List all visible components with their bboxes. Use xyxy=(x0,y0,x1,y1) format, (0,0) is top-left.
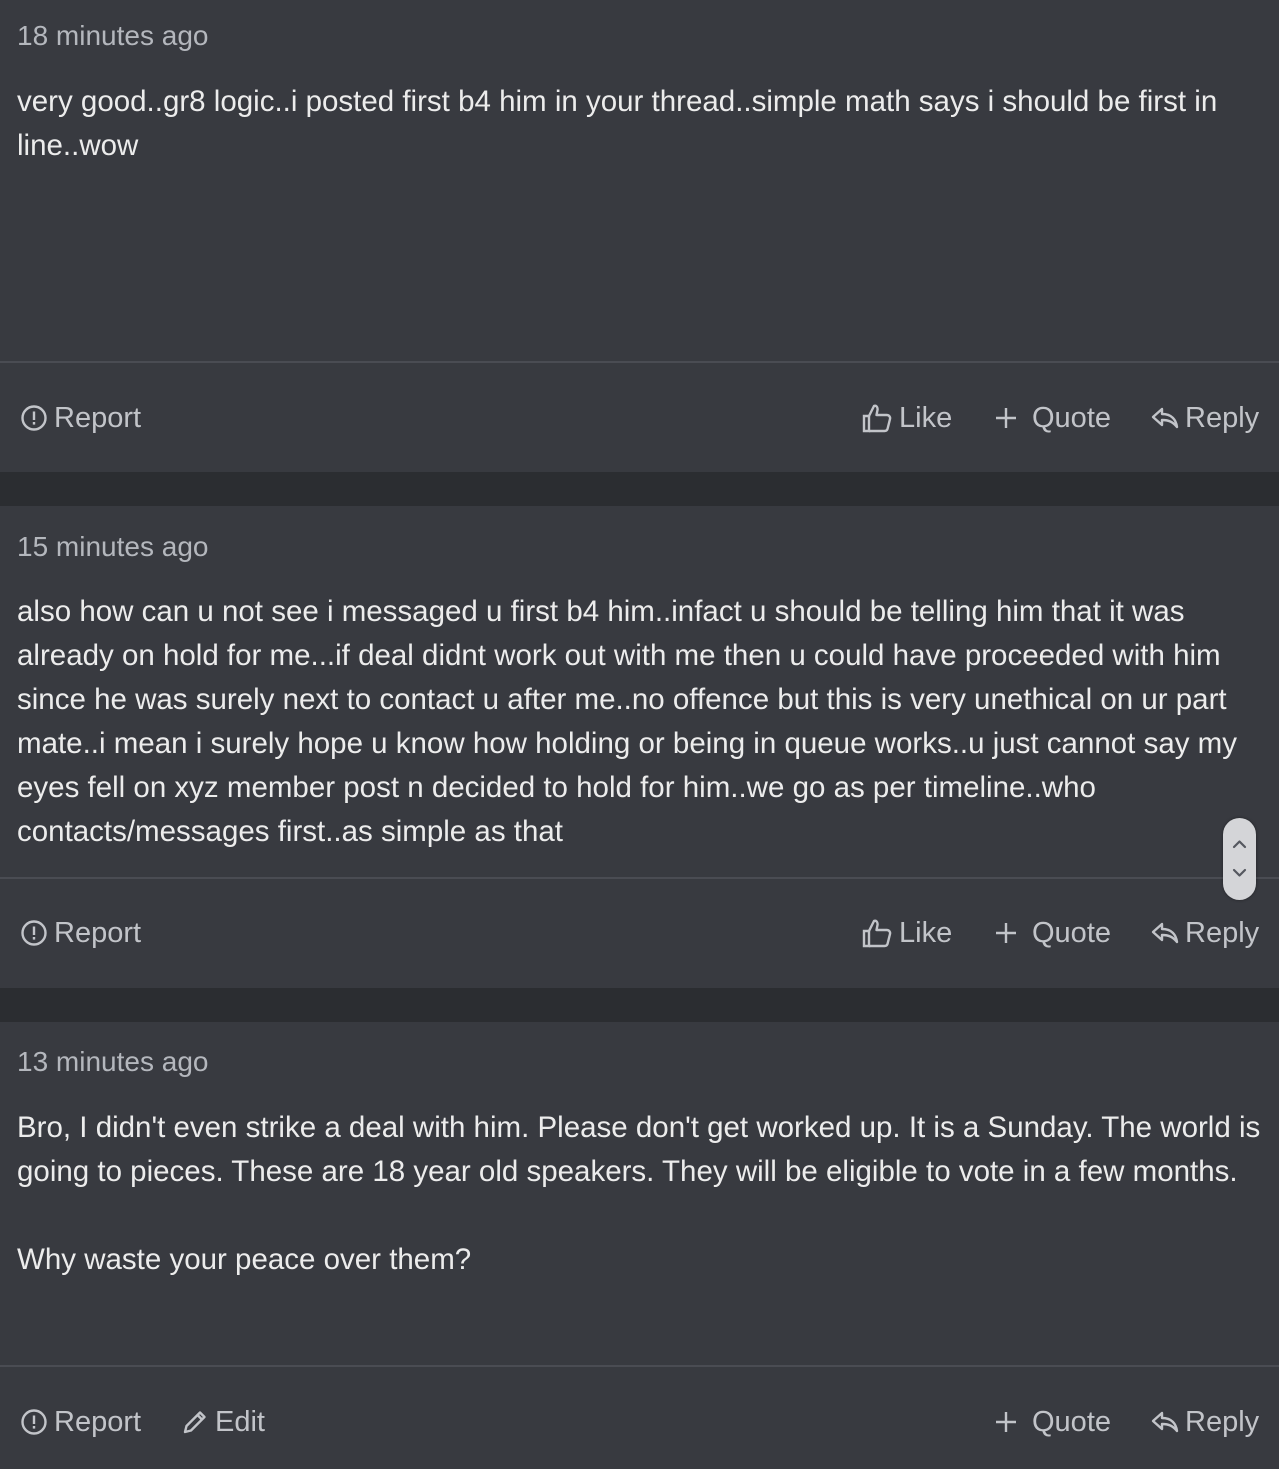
edit-icon xyxy=(181,1408,209,1436)
reply-icon xyxy=(1151,1410,1179,1434)
divider xyxy=(0,1365,1279,1367)
post-feed: 18 minutes ago very good..gr8 logic..i p… xyxy=(0,0,1279,1469)
quote-label: Quote xyxy=(1032,401,1111,434)
reply-button[interactable]: Reply xyxy=(1151,913,1259,953)
edit-button[interactable]: Edit xyxy=(181,1402,265,1442)
quote-button[interactable]: Quote xyxy=(994,1402,1111,1442)
post-timestamp: 13 minutes ago xyxy=(17,1046,209,1077)
like-button[interactable]: Like xyxy=(861,398,952,438)
report-label: Report xyxy=(54,401,142,434)
reply-label: Reply xyxy=(1185,401,1260,434)
report-button[interactable]: Report xyxy=(20,913,141,953)
post-actions: Report Edit Quote Reply xyxy=(0,1402,1279,1442)
reply-icon xyxy=(1151,921,1179,945)
chevron-down-icon[interactable] xyxy=(1231,864,1248,881)
like-label: Like xyxy=(899,916,953,949)
reply-label: Reply xyxy=(1185,916,1260,949)
report-icon xyxy=(20,919,48,947)
post-card: 15 minutes ago also how can u not see i … xyxy=(0,506,1279,988)
post-actions: Report Like Quote Reply xyxy=(0,913,1279,953)
report-button[interactable]: Report xyxy=(20,398,141,438)
report-button[interactable]: Report xyxy=(20,1402,141,1442)
reply-button[interactable]: Reply xyxy=(1151,398,1259,438)
divider xyxy=(0,361,1279,363)
quote-label: Quote xyxy=(1032,916,1111,949)
report-label: Report xyxy=(54,1405,142,1438)
quote-icon xyxy=(994,1410,1018,1434)
post-card: 13 minutes ago Bro, I didn't even strike… xyxy=(0,1022,1279,1469)
post-card: 18 minutes ago very good..gr8 logic..i p… xyxy=(0,0,1279,472)
reply-icon xyxy=(1151,406,1179,430)
post-body: also how can u not see i messaged u firs… xyxy=(17,595,1246,848)
post-actions: Report Like Quote Reply xyxy=(0,398,1279,438)
chevron-up-icon[interactable] xyxy=(1231,836,1248,853)
report-icon xyxy=(20,404,48,432)
quote-icon xyxy=(994,406,1018,430)
quote-icon xyxy=(994,921,1018,945)
report-icon xyxy=(20,1408,48,1436)
quote-label: Quote xyxy=(1032,1405,1111,1438)
post-body: very good..gr8 logic..i posted first b4 … xyxy=(17,85,1226,162)
report-label: Report xyxy=(54,916,142,949)
like-label: Like xyxy=(899,401,953,434)
post-timestamp: 18 minutes ago xyxy=(17,20,209,51)
quote-button[interactable]: Quote xyxy=(994,913,1111,953)
scroll-nav-control[interactable] xyxy=(1223,818,1256,900)
post-timestamp: 15 minutes ago xyxy=(17,531,209,562)
like-icon xyxy=(861,403,893,433)
like-button[interactable]: Like xyxy=(861,913,952,953)
edit-label: Edit xyxy=(215,1405,265,1438)
quote-button[interactable]: Quote xyxy=(994,398,1111,438)
reply-button[interactable]: Reply xyxy=(1151,1402,1259,1442)
like-icon xyxy=(861,918,893,948)
divider xyxy=(0,877,1279,879)
post-body: Bro, I didn't even strike a deal with hi… xyxy=(17,1111,1261,1276)
reply-label: Reply xyxy=(1185,1405,1260,1438)
